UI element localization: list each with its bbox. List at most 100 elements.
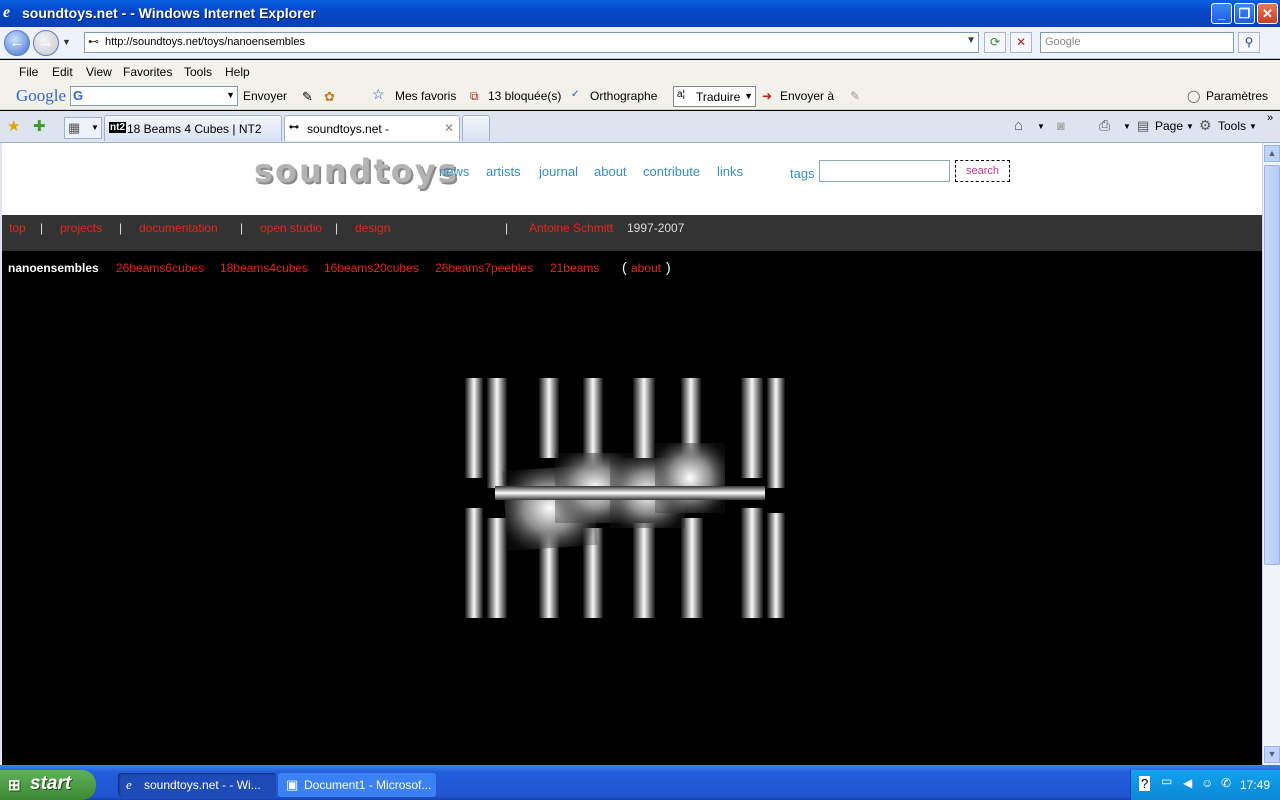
favorites-star-icon[interactable]: ★	[7, 117, 20, 135]
minimize-button[interactable]: _	[1211, 3, 1232, 24]
search-button[interactable]: search	[955, 160, 1010, 182]
tab-soundtoys[interactable]: ⊷ soundtoys.net - ✕	[284, 115, 460, 141]
menu-tools[interactable]: Tools	[184, 65, 212, 79]
chevron-down-icon[interactable]: ▼	[1037, 122, 1045, 131]
subnav-open-studio[interactable]: open studio	[260, 221, 322, 235]
favorites-button[interactable]: Mes favoris	[395, 89, 456, 103]
translate-label: Traduire	[696, 90, 741, 104]
toy-link-18beams4cubes[interactable]: 18beams4cubes	[220, 261, 308, 275]
chevron-down-icon[interactable]: ▼	[226, 90, 235, 100]
subnav-design[interactable]: design	[355, 221, 390, 235]
chevron-down-icon[interactable]: ▼	[1249, 122, 1257, 131]
page-icon: ▤	[1137, 118, 1150, 133]
nav-news[interactable]: news	[439, 164, 469, 179]
back-button[interactable]: ←	[4, 30, 30, 56]
ie-icon: e	[3, 4, 11, 21]
toys-navigation: nanoensembles 26beams6cubes 18beams4cube…	[2, 251, 1262, 281]
grid-icon: ▦	[68, 120, 81, 135]
help-icon[interactable]: ?	[1139, 776, 1151, 791]
nav-journal[interactable]: journal	[539, 164, 578, 179]
close-button[interactable]: ✕	[1257, 3, 1278, 24]
blocked-popups-button[interactable]: 13 bloquée(s)	[488, 89, 561, 103]
nav-contribute[interactable]: contribute	[643, 164, 700, 179]
stop-button[interactable]: ✕	[1010, 32, 1032, 53]
start-label: start	[30, 773, 72, 794]
start-button[interactable]: ⊞ start	[0, 770, 96, 800]
close-tab-icon[interactable]: ✕	[444, 121, 454, 135]
chevron-down-icon: ▼	[91, 123, 99, 132]
new-tab-button[interactable]	[462, 115, 490, 141]
artwork-canvas[interactable]	[465, 378, 785, 618]
taskbar-item-ie[interactable]: e soundtoys.net - - Wi...	[118, 773, 276, 797]
spellcheck-button[interactable]: Orthographe	[590, 89, 657, 103]
maximize-button[interactable]: ❐	[1234, 3, 1255, 24]
menu-file[interactable]: File	[19, 65, 38, 79]
nav-about[interactable]: about	[594, 164, 627, 179]
search-icon[interactable]: ⚲	[1238, 32, 1260, 53]
about-link[interactable]: about	[631, 261, 661, 275]
current-toy: nanoensembles	[8, 261, 99, 275]
chevron-down-icon[interactable]: ▼	[966, 35, 976, 46]
menu-edit[interactable]: Edit	[52, 65, 73, 79]
toy-link-21beams[interactable]: 21beams	[550, 261, 599, 275]
vertical-scrollbar[interactable]: ▲ ▼	[1262, 143, 1280, 765]
tags-input[interactable]	[819, 160, 950, 182]
translate-icon: a¦	[677, 89, 686, 100]
scroll-down-arrow[interactable]: ▼	[1264, 746, 1280, 763]
chevron-down-icon[interactable]: ▼	[1123, 122, 1131, 131]
send-button[interactable]: Envoyer	[243, 89, 287, 103]
messenger-icon[interactable]: ☺	[1201, 776, 1213, 790]
window-title-bar: e soundtoys.net - - Windows Internet Exp…	[0, 0, 1280, 27]
gear-icon: ⚙	[1199, 117, 1212, 133]
network-icon[interactable]: ✆	[1221, 776, 1231, 790]
refresh-button[interactable]: ⟳	[984, 32, 1006, 53]
add-favorite-icon[interactable]: ✚	[33, 117, 46, 135]
send-to-button[interactable]: Envoyer à	[780, 89, 834, 103]
subnav-top[interactable]: top	[9, 221, 26, 235]
home-icon[interactable]: ⌂	[1014, 117, 1023, 134]
google-search-input[interactable]: G ▼	[70, 86, 238, 106]
toy-link-26beams7peebles[interactable]: 26beams7peebles	[435, 261, 533, 275]
subnav-documentation[interactable]: documentation	[139, 221, 218, 235]
scroll-up-arrow[interactable]: ▲	[1264, 145, 1280, 162]
rss-icon[interactable]: ◙	[1057, 118, 1065, 133]
search-input[interactable]: Google	[1040, 32, 1234, 53]
site-logo[interactable]: soundtoys	[254, 152, 459, 190]
tools-menu-button[interactable]: Tools	[1218, 119, 1246, 133]
page-menu-button[interactable]: Page	[1155, 119, 1183, 133]
nav-links[interactable]: links	[717, 164, 743, 179]
taskbar: ⊞ start e soundtoys.net - - Wi... ▣ Docu…	[0, 765, 1280, 800]
page-viewport: soundtoys news artists journal about con…	[0, 143, 1262, 765]
chevron-down-icon[interactable]: ▼	[1186, 122, 1194, 131]
tab-nt2[interactable]: nt2 18 Beams 4 Cubes | NT2	[104, 115, 282, 141]
translate-button[interactable]: a¦ Traduire ▼	[673, 86, 756, 107]
star-icon: ☆	[372, 86, 385, 102]
pencil-icon[interactable]: ✎	[850, 89, 860, 103]
taskbar-item-word[interactable]: ▣ Document1 - Microsof...	[278, 773, 436, 797]
scroll-thumb[interactable]	[1264, 165, 1280, 565]
nav-artists[interactable]: artists	[486, 164, 521, 179]
monitor-icon[interactable]: ▭	[1161, 774, 1172, 788]
puzzle-icon[interactable]: ✿	[324, 89, 335, 105]
beams-artwork	[465, 378, 785, 618]
address-field[interactable]: ⊷ http://soundtoys.net/toys/nanoensemble…	[84, 32, 979, 53]
forward-button[interactable]: →	[33, 30, 59, 56]
toy-link-16beams20cubes[interactable]: 16beams20cubes	[324, 261, 419, 275]
history-dropdown-icon[interactable]: ▼	[62, 37, 71, 47]
chevron-down-icon[interactable]: ▼	[744, 91, 753, 101]
arrow-left-icon[interactable]: ◀	[1183, 776, 1192, 790]
settings-button[interactable]: Paramètres	[1206, 89, 1268, 103]
subnav-projects[interactable]: projects	[60, 221, 102, 235]
highlight-icon[interactable]: ✎	[302, 89, 313, 105]
author-link[interactable]: Antoine Schmitt	[529, 221, 613, 235]
toy-link-26beams6cubes[interactable]: 26beams6cubes	[116, 261, 204, 275]
tags-label: tags	[790, 166, 815, 181]
separator: |	[240, 221, 244, 235]
menu-view[interactable]: View	[86, 65, 112, 79]
quick-tabs-button[interactable]: ▦ ▼	[64, 117, 102, 139]
taskbar-label: soundtoys.net - - Wi...	[144, 778, 261, 792]
print-icon[interactable]: ⎙	[1099, 117, 1110, 134]
menu-favorites[interactable]: Favorites	[123, 65, 172, 79]
chevron-right-icon[interactable]: »	[1267, 112, 1273, 124]
menu-help[interactable]: Help	[225, 65, 250, 79]
